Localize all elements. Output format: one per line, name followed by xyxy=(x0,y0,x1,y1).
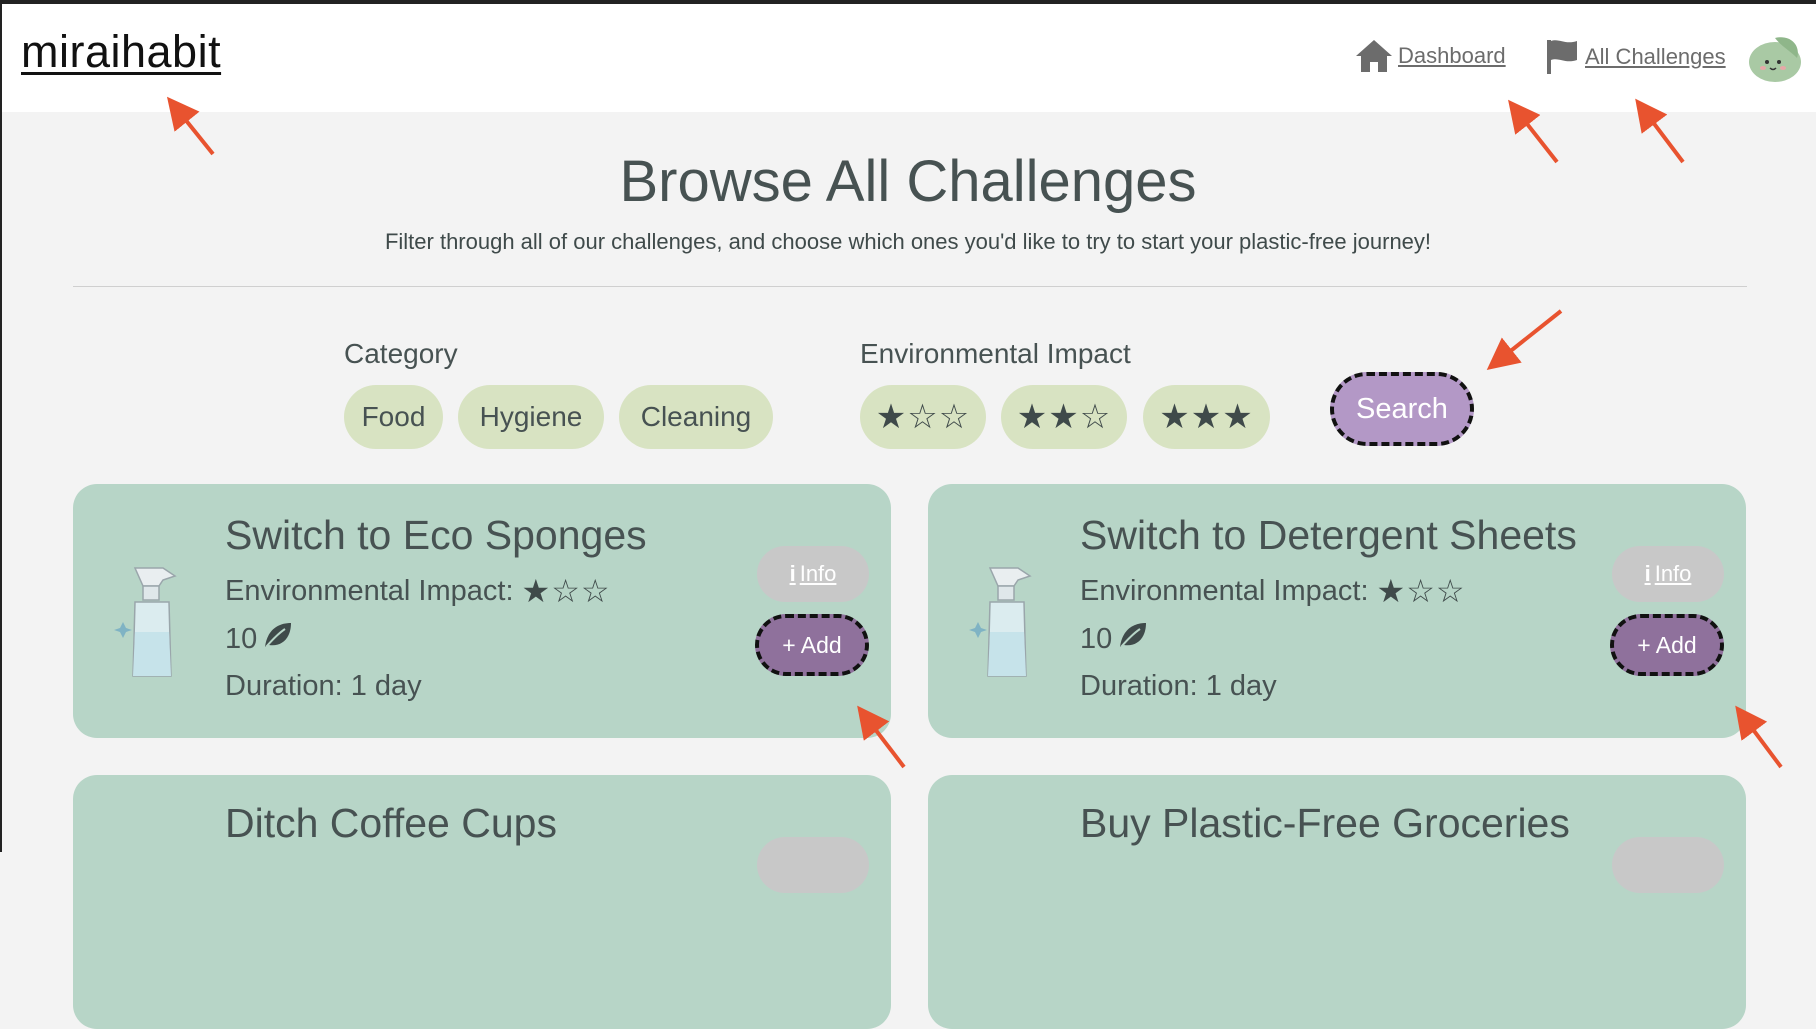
card-points-value: 10 xyxy=(225,622,258,655)
category-chip-cleaning[interactable]: Cleaning xyxy=(619,385,773,449)
card-title: Ditch Coffee Cups xyxy=(225,800,557,846)
challenge-card: Ditch Coffee Cups xyxy=(73,775,891,1029)
challenge-card: Switch to Eco Sponges Environmental Impa… xyxy=(73,484,891,738)
info-button[interactable] xyxy=(1612,837,1724,893)
user-avatar[interactable] xyxy=(1745,30,1803,86)
info-button-label: Info xyxy=(1654,561,1692,586)
card-impact: Environmental Impact: ★☆☆ xyxy=(1080,572,1466,610)
challenge-card: Switch to Detergent Sheets Environmental… xyxy=(928,484,1746,738)
nav-all-challenges[interactable]: All Challenges xyxy=(1545,38,1726,76)
spray-bottle-icon xyxy=(113,562,193,682)
category-chip-hygiene[interactable]: Hygiene xyxy=(458,385,604,449)
nav-dashboard[interactable]: Dashboard xyxy=(1354,38,1506,74)
home-icon xyxy=(1354,38,1394,74)
page-subtitle: Filter through all of our challenges, an… xyxy=(384,229,1432,254)
flag-icon xyxy=(1545,38,1581,76)
info-button-label: Info xyxy=(799,561,837,586)
card-impact-stars: ★☆☆ xyxy=(521,573,611,609)
add-button[interactable]: + Add xyxy=(1610,614,1724,676)
card-duration: Duration: 1 day xyxy=(225,670,422,702)
info-icon: i xyxy=(789,561,796,586)
annotation-arrow xyxy=(1486,309,1563,370)
section-divider xyxy=(73,286,1747,287)
challenge-card: Buy Plastic-Free Groceries xyxy=(928,775,1746,1029)
category-chip-food[interactable]: Food xyxy=(344,385,443,449)
category-filter-label: Category xyxy=(344,338,458,369)
site-logo[interactable]: miraihabit xyxy=(21,26,221,78)
card-duration: Duration: 1 day xyxy=(1080,670,1277,702)
card-title: Switch to Eco Sponges xyxy=(225,512,647,558)
card-impact-label: Environmental Impact: xyxy=(1080,574,1369,607)
info-button[interactable] xyxy=(757,837,869,893)
card-points: 10 xyxy=(225,621,293,657)
search-button[interactable]: Search xyxy=(1330,372,1474,446)
card-impact: Environmental Impact: ★☆☆ xyxy=(225,572,611,610)
annotation-arrow xyxy=(1735,705,1783,769)
site-header: miraihabit Dashboard All Challenges xyxy=(2,4,1816,112)
impact-filter-label: Environmental Impact xyxy=(860,338,1131,369)
window-left-border xyxy=(0,0,2,852)
nav-all-challenges-label: All Challenges xyxy=(1585,44,1726,69)
card-title: Switch to Detergent Sheets xyxy=(1080,512,1577,558)
card-points-value: 10 xyxy=(1080,622,1113,655)
page-title: Browse All Challenges xyxy=(619,149,1197,214)
card-impact-label: Environmental Impact: xyxy=(225,574,514,607)
card-impact-stars: ★☆☆ xyxy=(1376,573,1466,609)
spray-bottle-icon xyxy=(968,562,1048,682)
card-points: 10 xyxy=(1080,621,1148,657)
add-button[interactable]: + Add xyxy=(755,614,869,676)
info-button[interactable]: i Info xyxy=(1612,546,1724,602)
nav-dashboard-label: Dashboard xyxy=(1398,43,1506,68)
leaf-icon xyxy=(263,621,293,657)
impact-chip-2-stars[interactable]: ★★☆ xyxy=(1001,385,1127,449)
card-title: Buy Plastic-Free Groceries xyxy=(1080,800,1570,846)
info-button[interactable]: i Info xyxy=(757,546,869,602)
info-icon: i xyxy=(1644,561,1651,586)
impact-chip-1-star[interactable]: ★☆☆ xyxy=(860,385,986,449)
impact-chip-3-stars[interactable]: ★★★ xyxy=(1143,385,1270,449)
leaf-icon xyxy=(1118,621,1148,657)
